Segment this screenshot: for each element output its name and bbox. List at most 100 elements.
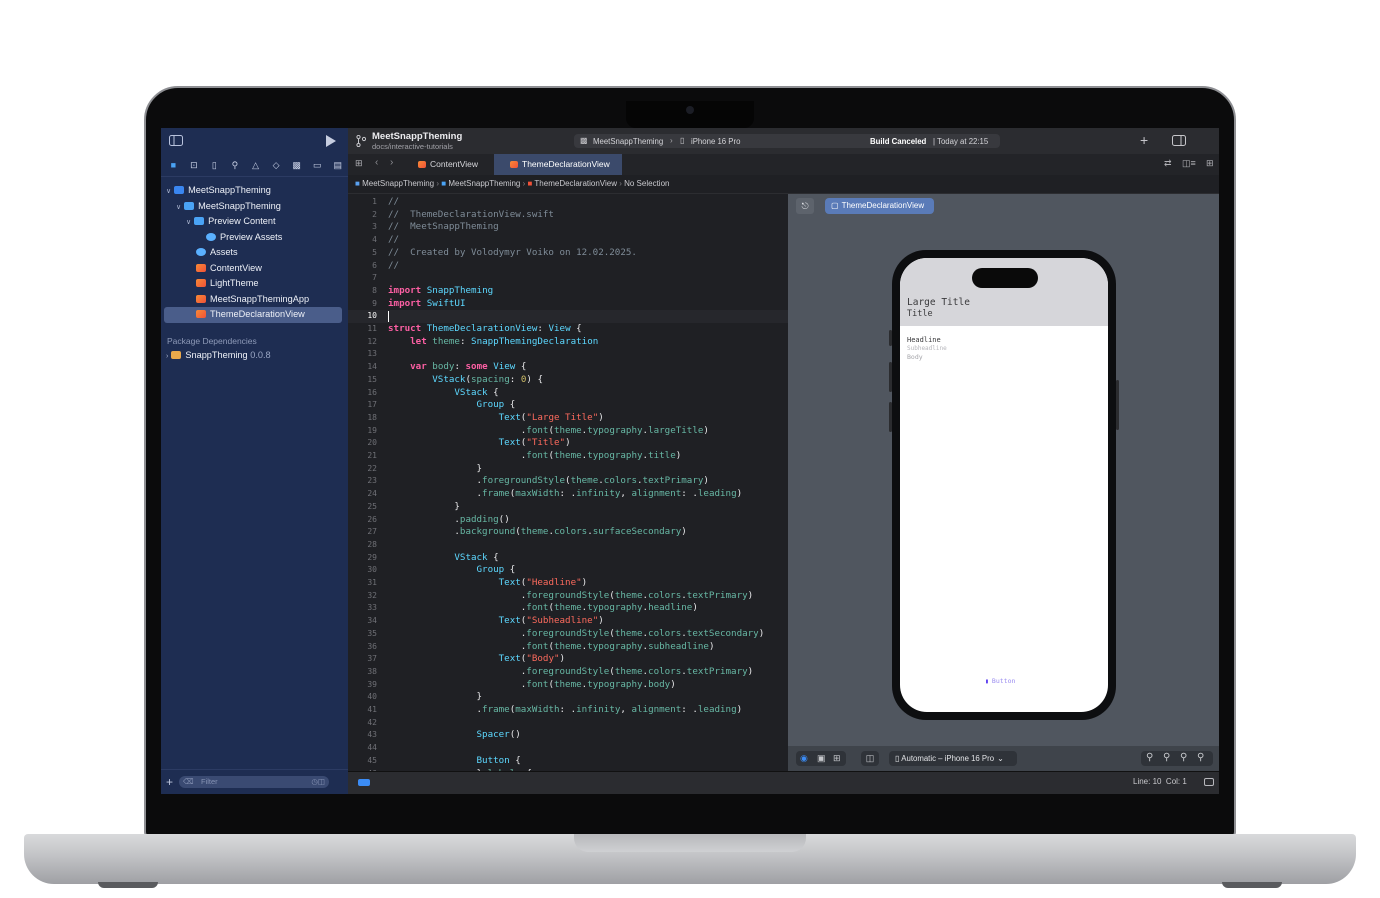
tree-item-contentview[interactable]: ContentView (161, 261, 348, 277)
source-editor[interactable]: 1 2 3 4 5 6 7 8 9 10 11 12 13 14 15 16 17 18 19 20 21 22 23 24 2… (348, 194, 788, 772)
code-line[interactable]: } (388, 691, 483, 702)
inspector-area-icon[interactable] (1204, 778, 1214, 786)
zoom-in-icon[interactable]: ⚲ (1197, 752, 1204, 763)
zoom-out-icon[interactable]: ⚲ (1146, 752, 1153, 763)
back-chevron-icon[interactable]: ‹ (375, 157, 378, 168)
code-line[interactable]: .background(theme.colors.surfaceSecondar… (388, 526, 686, 537)
code-line[interactable]: Button { (388, 755, 521, 766)
code-line[interactable]: Spacer() (388, 729, 521, 740)
code-line[interactable]: .font(theme.typography.body) (388, 679, 676, 690)
tree-item-assets[interactable]: Assets (161, 245, 348, 261)
grid-icon[interactable]: ⊞ (355, 158, 363, 169)
add-editor-icon[interactable]: ⊞ (1206, 158, 1214, 169)
forward-chevron-icon[interactable]: › (390, 157, 393, 168)
code-line[interactable]: .frame(maxWidth: .infinity, alignment: .… (388, 488, 743, 499)
code-line[interactable]: Text("Headline") (388, 577, 588, 588)
line-number: 34 (367, 616, 377, 626)
recent-files-icon[interactable]: ◷◫ (311, 776, 325, 788)
variants-icon[interactable]: ⊞ (833, 753, 841, 764)
laptop-opening-lip (574, 834, 806, 852)
tree-item-package[interactable]: › SnappTheming 0.0.8 (161, 348, 348, 364)
zoom-fit-icon[interactable]: ⚲ (1180, 752, 1187, 763)
breadcrumb-group[interactable]: MeetSnappTheming (448, 179, 520, 188)
code-line[interactable]: import SnappTheming (388, 285, 493, 296)
debug-icon[interactable]: ▩ (286, 160, 307, 171)
code-line[interactable]: // Created by Volodymyr Voiko on 12.02.2… (388, 247, 637, 258)
tree-item-group[interactable]: ∨ MeetSnappTheming (161, 199, 348, 215)
code-line[interactable]: .font(theme.typography.headline) (388, 602, 698, 613)
code-line[interactable]: // ThemeDeclarationView.swift (388, 209, 554, 220)
code-line[interactable]: // MeetSnappTheming (388, 221, 499, 232)
device-selector[interactable]: ▯ Automatic – iPhone 16 Pro ⌄ (889, 751, 1017, 766)
tree-item-preview-assets[interactable]: Preview Assets (161, 230, 348, 246)
code-line[interactable]: var body: some View { (388, 361, 526, 372)
line-number: 31 (367, 578, 377, 587)
breadcrumb-selection[interactable]: No Selection (624, 179, 669, 188)
preview-selector-chip[interactable]: ▢ ThemeDeclarationView (825, 198, 934, 214)
code-line[interactable]: Text("Title") (388, 437, 571, 448)
breadcrumb-file[interactable]: ThemeDeclarationView (534, 179, 617, 188)
add-icon[interactable]: + (1140, 132, 1148, 148)
subheadline-text: Subheadline (907, 345, 947, 352)
source-control-icon[interactable]: ⊡ (184, 160, 205, 171)
code-line[interactable]: // (388, 260, 399, 271)
code-line[interactable]: Group { (388, 564, 516, 575)
code-line[interactable]: .font(theme.typography.largeTitle) (388, 425, 709, 436)
tree-item-project[interactable]: ∨ MeetSnappTheming (161, 183, 348, 199)
tab-themedeclarationview[interactable]: ThemeDeclarationView (494, 154, 622, 175)
laptop-foot-left (98, 882, 158, 888)
sidebar-toggle-icon[interactable] (169, 135, 183, 146)
code-line[interactable]: // (388, 234, 399, 245)
pin-icon[interactable]: ⎋ (796, 198, 814, 214)
folder-icon[interactable]: ■ (163, 160, 184, 170)
tree-item-themedeclarationview[interactable]: ThemeDeclarationView (164, 307, 342, 323)
editor-options-icon[interactable]: ◫≡ (1182, 158, 1196, 169)
code-line[interactable]: struct ThemeDeclarationView: View { (388, 323, 582, 334)
preview-button[interactable]: ▮ Button (985, 677, 1015, 685)
tree-item-lighttheme[interactable]: LightTheme (161, 276, 348, 292)
code-line[interactable]: // (388, 196, 399, 207)
code-line[interactable]: .padding() (388, 514, 509, 525)
tree-item-app[interactable]: MeetSnappThemingApp (161, 292, 348, 308)
destination-selector[interactable]: iPhone 16 Pro (691, 137, 740, 146)
line-number: 22 (367, 463, 377, 473)
code-line[interactable]: .frame(maxWidth: .infinity, alignment: .… (388, 704, 743, 715)
live-mode-icon[interactable]: ◉ (800, 753, 808, 764)
code-line[interactable]: Group { (388, 399, 516, 410)
code-line[interactable]: .foregroundStyle(theme.colors.textPrimar… (388, 475, 709, 486)
search-icon[interactable]: ⚲ (225, 160, 246, 171)
add-icon[interactable]: + (166, 775, 173, 789)
breakpoint-icon[interactable]: ▭ (307, 160, 328, 171)
bookmark-icon[interactable]: ▯ (204, 160, 225, 171)
report-icon[interactable]: ▤ (328, 160, 349, 171)
tree-item-preview-content[interactable]: ∨ Preview Content (161, 214, 348, 230)
test-diamond-icon[interactable]: ◇ (266, 160, 287, 171)
zoom-100-icon[interactable]: ⚲ (1163, 752, 1170, 763)
run-icon[interactable] (325, 135, 336, 147)
code-line[interactable]: Text("Body") (388, 653, 565, 664)
code-line[interactable]: .font(theme.typography.subheadline) (388, 641, 715, 652)
inspector-toggle-icon[interactable] (1172, 135, 1186, 146)
debug-area-toggle-icon[interactable] (358, 779, 370, 786)
issue-warning-icon[interactable]: △ (245, 160, 266, 171)
code-line[interactable]: VStack { (388, 552, 498, 563)
code-line[interactable]: .foregroundStyle(theme.colors.textSecond… (388, 628, 765, 639)
selectable-mode-icon[interactable]: ▣ (817, 753, 826, 764)
code-line[interactable]: VStack { (388, 387, 498, 398)
code-line[interactable]: VStack(spacing: 0) { (388, 374, 543, 385)
code-line[interactable]: .font(theme.typography.title) (388, 450, 682, 461)
breadcrumb-project[interactable]: MeetSnappTheming (362, 179, 434, 188)
filter-input[interactable]: ⌫ Filter ◷◫ (179, 776, 330, 788)
code-line[interactable]: import SwiftUI (388, 298, 465, 309)
code-line[interactable]: } (388, 463, 483, 474)
swap-icon[interactable]: ⇄ (1164, 158, 1172, 169)
code-line[interactable]: Text("Subheadline") (388, 615, 604, 626)
code-line[interactable]: .foregroundStyle(theme.colors.textPrimar… (388, 590, 753, 601)
scheme-selector[interactable]: MeetSnappTheming (593, 137, 663, 146)
tab-contentview[interactable]: ContentView (410, 154, 492, 175)
code-line[interactable]: let theme: SnappThemingDeclaration (388, 336, 598, 347)
code-line[interactable]: .foregroundStyle(theme.colors.textPrimar… (388, 666, 753, 677)
code-line[interactable]: } (388, 501, 460, 512)
code-line[interactable]: Text("Large Title") (388, 412, 604, 423)
device-settings-icon[interactable]: ◫ (861, 751, 879, 766)
